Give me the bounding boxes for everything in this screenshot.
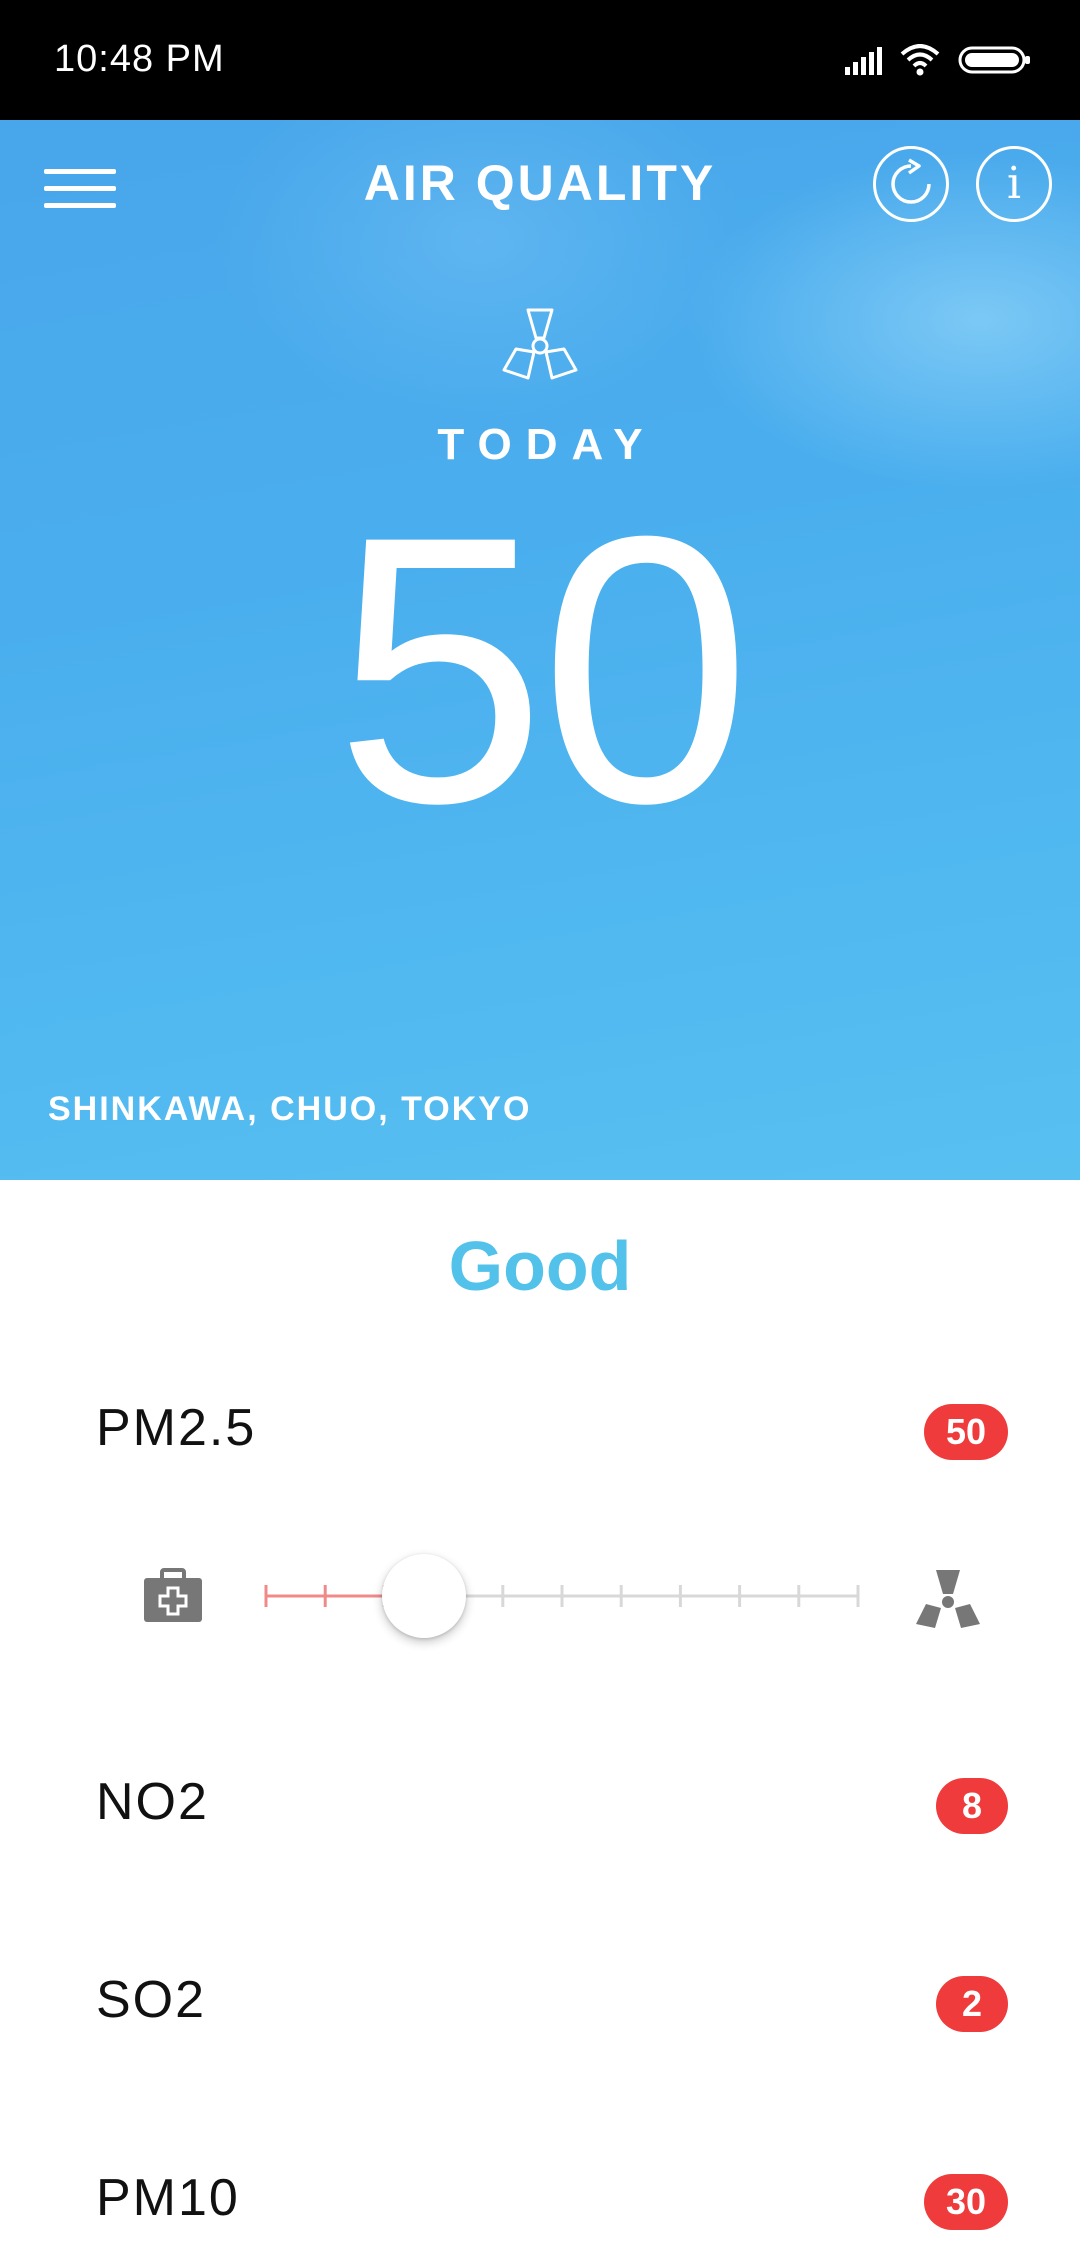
pollutant-name: SO2 <box>96 1971 207 2029</box>
value-badge: 50 <box>923 1404 1008 1460</box>
pollutant-name: NO2 <box>96 1773 209 1831</box>
pollutant-name: PM10 <box>96 2169 240 2227</box>
value-badge: 8 <box>936 1778 1008 1834</box>
first-aid-kit-icon <box>144 1568 202 1622</box>
info-icon[interactable]: i <box>976 146 1052 222</box>
hero-panel: AIR QUALITY i TODAY 50 SHINKAWA, CHUO, T… <box>0 120 1080 1180</box>
pollutant-name: PM2.5 <box>96 1399 257 1457</box>
slider-thumb[interactable] <box>382 1554 467 1638</box>
pollutant-row-no2[interactable]: NO2 8 <box>0 1772 1080 1852</box>
refresh-icon[interactable] <box>873 146 949 222</box>
fan-icon <box>502 308 578 380</box>
radiation-icon <box>916 1570 980 1628</box>
slider-track[interactable] <box>264 1550 860 1640</box>
aqi-value: 50 <box>334 457 752 882</box>
info-glyph: i <box>1006 158 1022 209</box>
battery-icon <box>958 46 1030 74</box>
wifi-icon <box>900 44 940 76</box>
signal-icon <box>845 45 882 75</box>
status-icons <box>845 44 1032 76</box>
pm25-level-slider <box>0 1550 1080 1640</box>
air-quality-status: Good <box>448 1227 632 1305</box>
pollutant-row-so2[interactable]: SO2 2 <box>0 1970 1080 2050</box>
status-time: 10:48 PM <box>54 38 225 80</box>
value-badge: 2 <box>936 1976 1008 2032</box>
pollutant-row-pm25[interactable]: PM2.5 50 <box>0 1398 1080 1478</box>
status-bar: 10:48 PM <box>0 0 1080 120</box>
value-badge: 30 <box>923 2174 1008 2230</box>
location-label: SHINKAWA, CHUO, TOKYO <box>48 1090 532 1128</box>
pollutant-row-pm10[interactable]: PM10 30 <box>0 2168 1080 2248</box>
